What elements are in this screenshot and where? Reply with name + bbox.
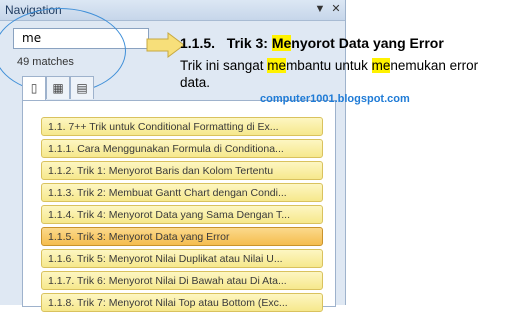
- watermark-text: computer1001.blogspot.com: [260, 93, 410, 105]
- close-icon[interactable]: ✕: [329, 2, 343, 16]
- navigation-header: Navigation ▼ ✕: [0, 0, 345, 21]
- headings-list: 1.1. 7++ Trik untuk Conditional Formatti…: [22, 100, 336, 312]
- heading-item[interactable]: 1.1.4. Trik 4: Menyorot Data yang Sama D…: [41, 205, 323, 224]
- match-count: 49 matches: [17, 56, 74, 68]
- pane-options-dropdown-icon[interactable]: ▼: [313, 2, 327, 16]
- search-highlight: me: [267, 58, 287, 73]
- heading-item[interactable]: 1.1.8. Trik 7: Menyorot Nilai Top atau B…: [41, 293, 323, 312]
- heading-item[interactable]: 1.1.1. Cara Menggunakan Formula di Condi…: [41, 139, 323, 158]
- paragraph-text: mbantu untuk: [286, 58, 372, 73]
- document-heading: 1.1.5. Trik 3: Menyorot Data yang Error: [180, 35, 444, 51]
- search-input-value: me: [22, 31, 42, 45]
- heading-item[interactable]: 1.1.7. Trik 6: Menyorot Nilai Di Bawah a…: [41, 271, 323, 290]
- heading-item[interactable]: 1.1.6. Trik 5: Menyorot Nilai Duplikat a…: [41, 249, 323, 268]
- heading-item[interactable]: 1.1.3. Trik 2: Membuat Gantt Chart denga…: [41, 183, 323, 202]
- search-highlight: me: [371, 58, 391, 73]
- search-input[interactable]: me: [13, 28, 149, 49]
- heading-item[interactable]: 1.1. 7++ Trik untuk Conditional Formatti…: [41, 117, 323, 136]
- search-highlight: Me: [271, 35, 292, 51]
- heading-item[interactable]: 1.1.2. Trik 1: Menyorot Baris dan Kolom …: [41, 161, 323, 180]
- heading-text-post: nyorot Data yang Error: [291, 35, 444, 51]
- paragraph-text: Trik ini sangat: [180, 58, 268, 73]
- navigation-title: Navigation: [5, 3, 62, 17]
- document-paragraph: Trik ini sangat membantu untuk menemukan…: [180, 57, 505, 91]
- heading-item-selected[interactable]: 1.1.5. Trik 3: Menyorot Data yang Error: [41, 227, 323, 246]
- heading-number: 1.1.5.: [180, 35, 216, 51]
- browse-pages-icon[interactable]: ▦: [46, 76, 70, 99]
- browse-headings-icon[interactable]: ▯: [22, 76, 46, 101]
- browse-results-icon[interactable]: ▤: [70, 76, 94, 99]
- heading-text-pre: Trik 3:: [226, 35, 272, 51]
